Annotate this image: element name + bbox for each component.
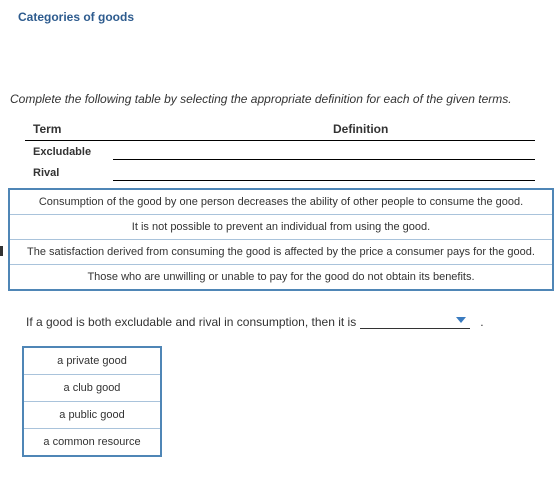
fill-sentence: If a good is both excludable and rival i… [26, 314, 484, 329]
definition-blank-rival[interactable] [113, 166, 535, 181]
table-header-row: Term Definition [25, 118, 535, 141]
good-type-option[interactable]: a club good [24, 375, 160, 402]
table-row: Rival [25, 162, 535, 183]
sentence-prefix: If a good is both excludable and rival i… [26, 315, 356, 329]
definition-blank-excludable[interactable] [113, 145, 535, 160]
sentence-suffix: . [480, 315, 483, 329]
term-cell-excludable: Excludable [25, 146, 113, 158]
header-definition: Definition [333, 122, 535, 136]
good-type-option[interactable]: a public good [24, 402, 160, 429]
term-cell-rival: Rival [25, 167, 113, 179]
header-term: Term [25, 122, 333, 136]
good-type-option[interactable]: a common resource [24, 429, 160, 455]
good-type-dropdown-panel[interactable]: a private good a club good a public good… [22, 346, 162, 457]
good-type-blank[interactable] [360, 314, 470, 329]
definition-dropdown-panel[interactable]: Consumption of the good by one person de… [8, 188, 554, 291]
page-title: Categories of goods [18, 10, 134, 24]
definition-option[interactable]: The satisfaction derived from consuming … [10, 240, 552, 265]
definition-option[interactable]: Those who are unwilling or unable to pay… [10, 265, 552, 289]
edge-tick [0, 246, 3, 256]
term-definition-table: Term Definition Excludable Rival [25, 118, 535, 183]
table-row: Excludable [25, 141, 535, 162]
definition-option[interactable]: Consumption of the good by one person de… [10, 190, 552, 215]
chevron-down-icon [456, 317, 466, 323]
good-type-option[interactable]: a private good [24, 348, 160, 375]
definition-option[interactable]: It is not possible to prevent an individ… [10, 215, 552, 240]
instruction-text: Complete the following table by selectin… [10, 92, 512, 106]
